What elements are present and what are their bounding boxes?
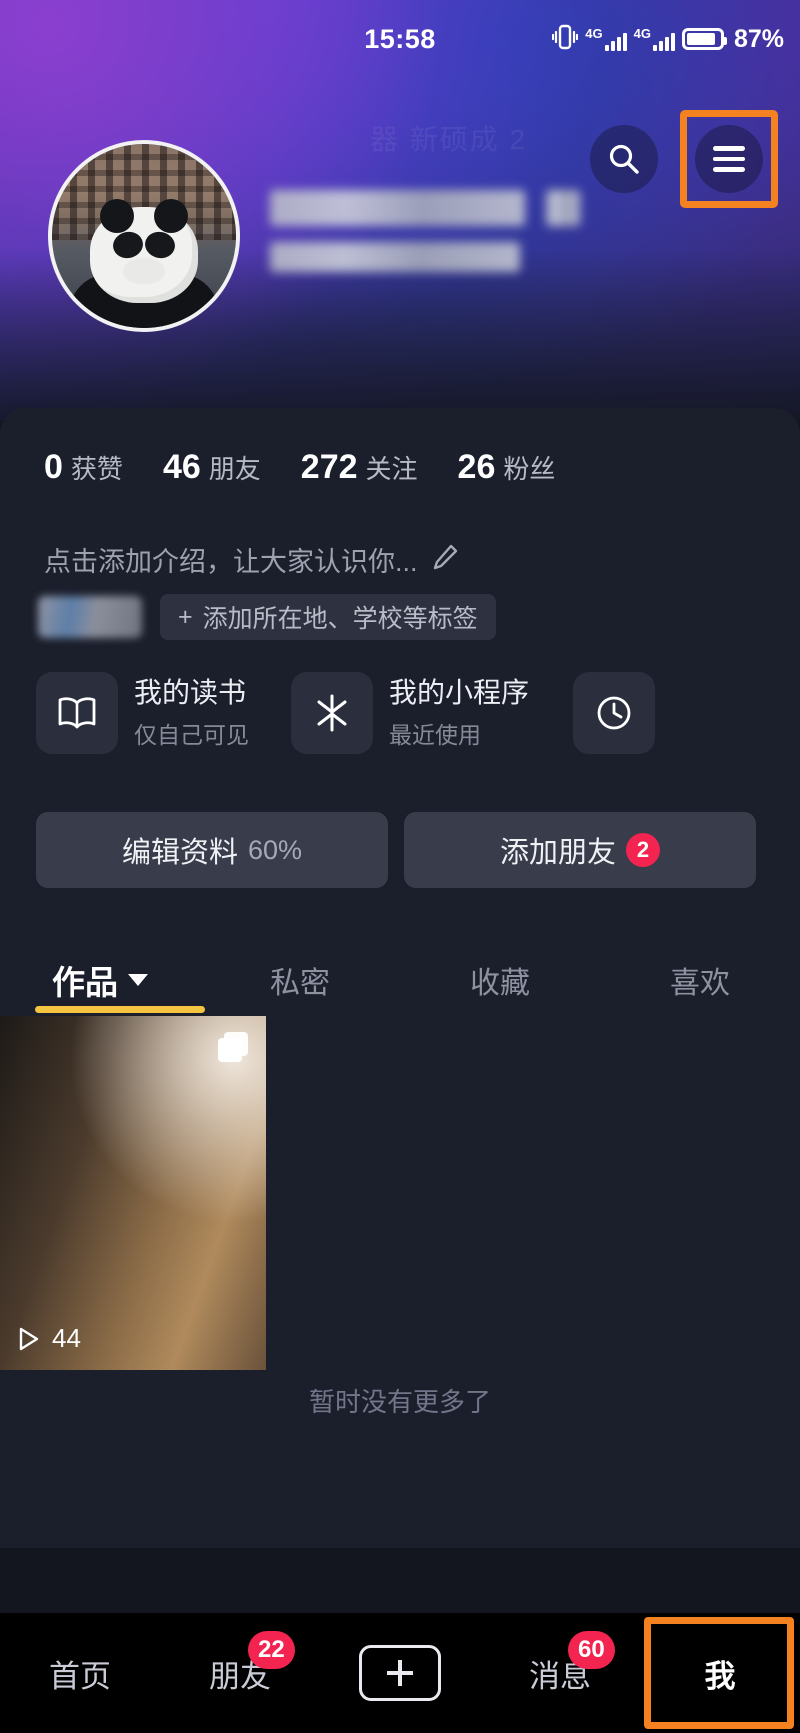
tab-private-label: 私密 [270,967,330,1000]
stat-friends[interactable]: 46 朋友 [163,448,261,487]
feed-footer-text: 暂时没有更多了 [308,1387,491,1417]
signal-2: 4G [634,27,675,51]
nav-friends[interactable]: 朋友 22 [160,1613,320,1733]
profile-name-redacted: 器 新硕成 2 [270,124,580,288]
stat-friends-value: 46 [162,448,201,486]
video-grid: 44 [0,1016,800,1370]
shortcut-sub-reading: 仅自己可见 [134,721,249,748]
shortcut-title-reading: 我的读书 [134,677,247,709]
name-blur-line-2 [270,242,520,272]
vibrate-icon [552,23,579,56]
name-blur-line-1 [270,190,525,226]
nav-home-label: 首页 [49,1658,111,1694]
shortcut-history[interactable] [573,672,656,754]
tab-favorites[interactable]: 收藏 [400,938,600,1022]
shortcut-my-miniprogram[interactable]: 我的小程序 最近使用 [291,672,529,754]
bio-row[interactable]: 点击添加介绍，让大家认识你... [44,540,460,579]
status-bar: 15:58 4G 4G 87% [0,0,800,78]
nav-me-label: 我 [704,1658,736,1694]
tag-redacted[interactable] [38,596,142,638]
menu-button[interactable] [695,125,763,193]
plus-icon[interactable] [359,1645,441,1701]
menu-button-highlight[interactable] [680,110,778,208]
video-thumbnail[interactable]: 44 [0,1016,266,1370]
search-icon [609,144,639,174]
bio-placeholder: 点击添加介绍，让大家认识你... [44,547,418,577]
tab-likes[interactable]: 喜欢 [600,938,800,1022]
tab-likes-label: 喜欢 [670,967,730,1000]
video-play-count-value: 44 [52,1323,81,1353]
status-icons: 4G 4G 87% [552,23,784,56]
stat-likes-value: 0 [44,448,63,486]
add-tag-label: 添加所在地、学校等标签 [202,605,478,633]
plus-icon: + [178,602,193,631]
stat-following-value: 272 [300,448,358,486]
nav-messages[interactable]: 消息 60 [480,1613,640,1733]
avatar[interactable] [48,140,240,332]
shortcut-sub-miniprogram: 最近使用 [389,721,481,748]
add-friend-button[interactable]: 添加朋友 2 [404,812,756,888]
stat-followers-value: 26 [457,448,496,486]
signal-bars-icon [604,31,627,51]
shortcut-title-miniprogram: 我的小程序 [389,677,530,709]
avatar-panda-ear-left [99,199,134,234]
stat-following-label: 关注 [365,454,418,484]
tab-favorites-label: 收藏 [470,967,530,1000]
clock-history-icon-tile [573,672,656,754]
tab-works-label: 作品 [52,964,118,1001]
add-friend-label: 添加朋友 [499,837,616,869]
battery-percent: 87% [733,24,784,53]
shortcut-my-reading[interactable]: 我的读书 仅自己可见 [36,672,249,754]
tags-row: + 添加所在地、学校等标签 [38,594,496,640]
profile-stats: 0 获赞 46 朋友 272 关注 26 粉丝 [44,448,555,487]
mini-program-icon [317,694,347,732]
stat-following[interactable]: 272 关注 [301,448,418,487]
stat-followers-label: 粉丝 [503,454,556,484]
phone-screen: 15:58 4G 4G 87% 器 新硕成 2 0 获赞 46 朋友 272 关… [0,0,800,1733]
multi-image-icon [218,1032,248,1062]
tab-active-underline [35,1006,205,1013]
pencil-icon[interactable] [430,542,460,577]
nav-messages-badge: 60 [568,1631,615,1669]
play-icon [19,1327,39,1350]
search-button[interactable] [590,125,658,193]
avatar-panda-snout [123,258,165,285]
profile-action-buttons: 编辑资料 60% 添加朋友 2 [36,812,756,888]
header-actions [590,110,778,208]
nav-create[interactable] [320,1613,480,1733]
signal-1: 4G [585,26,627,51]
battery-icon [681,28,727,50]
stat-friends-label: 朋友 [208,454,261,484]
network-type-label-2: 4G [633,26,651,41]
chevron-down-icon[interactable] [128,974,148,986]
nav-friends-badge: 22 [248,1631,295,1669]
video-play-count: 44 [14,1323,81,1354]
add-friend-badge: 2 [626,833,660,867]
edit-profile-button[interactable]: 编辑资料 60% [36,812,388,888]
nav-me[interactable]: 我 [640,1613,800,1733]
signal-bars-icon-2 [652,31,675,51]
bottom-navigation: 首页 朋友 22 消息 60 我 [0,1613,800,1733]
watermark-text: 器 新硕成 2 [370,124,528,155]
stat-likes-label: 获赞 [70,454,123,484]
book-icon [58,697,96,729]
book-icon-tile [36,672,118,754]
stat-likes[interactable]: 0 获赞 [44,448,123,487]
mini-program-icon-tile [291,672,373,754]
network-type-label-1: 4G [585,26,603,41]
edit-profile-progress: 60% [247,834,303,865]
nav-home[interactable]: 首页 [0,1613,160,1733]
hamburger-menu-icon [713,146,745,172]
tab-private[interactable]: 私密 [200,938,400,1022]
clock-history-icon [597,696,631,730]
add-tag-button[interactable]: + 添加所在地、学校等标签 [160,594,496,640]
name-blur-line-1b [546,190,580,226]
shortcut-cards: 我的读书 仅自己可见 我的小程序 最近使用 [36,672,656,754]
stat-followers[interactable]: 26 粉丝 [458,448,556,487]
edit-profile-label: 编辑资料 [121,837,238,869]
